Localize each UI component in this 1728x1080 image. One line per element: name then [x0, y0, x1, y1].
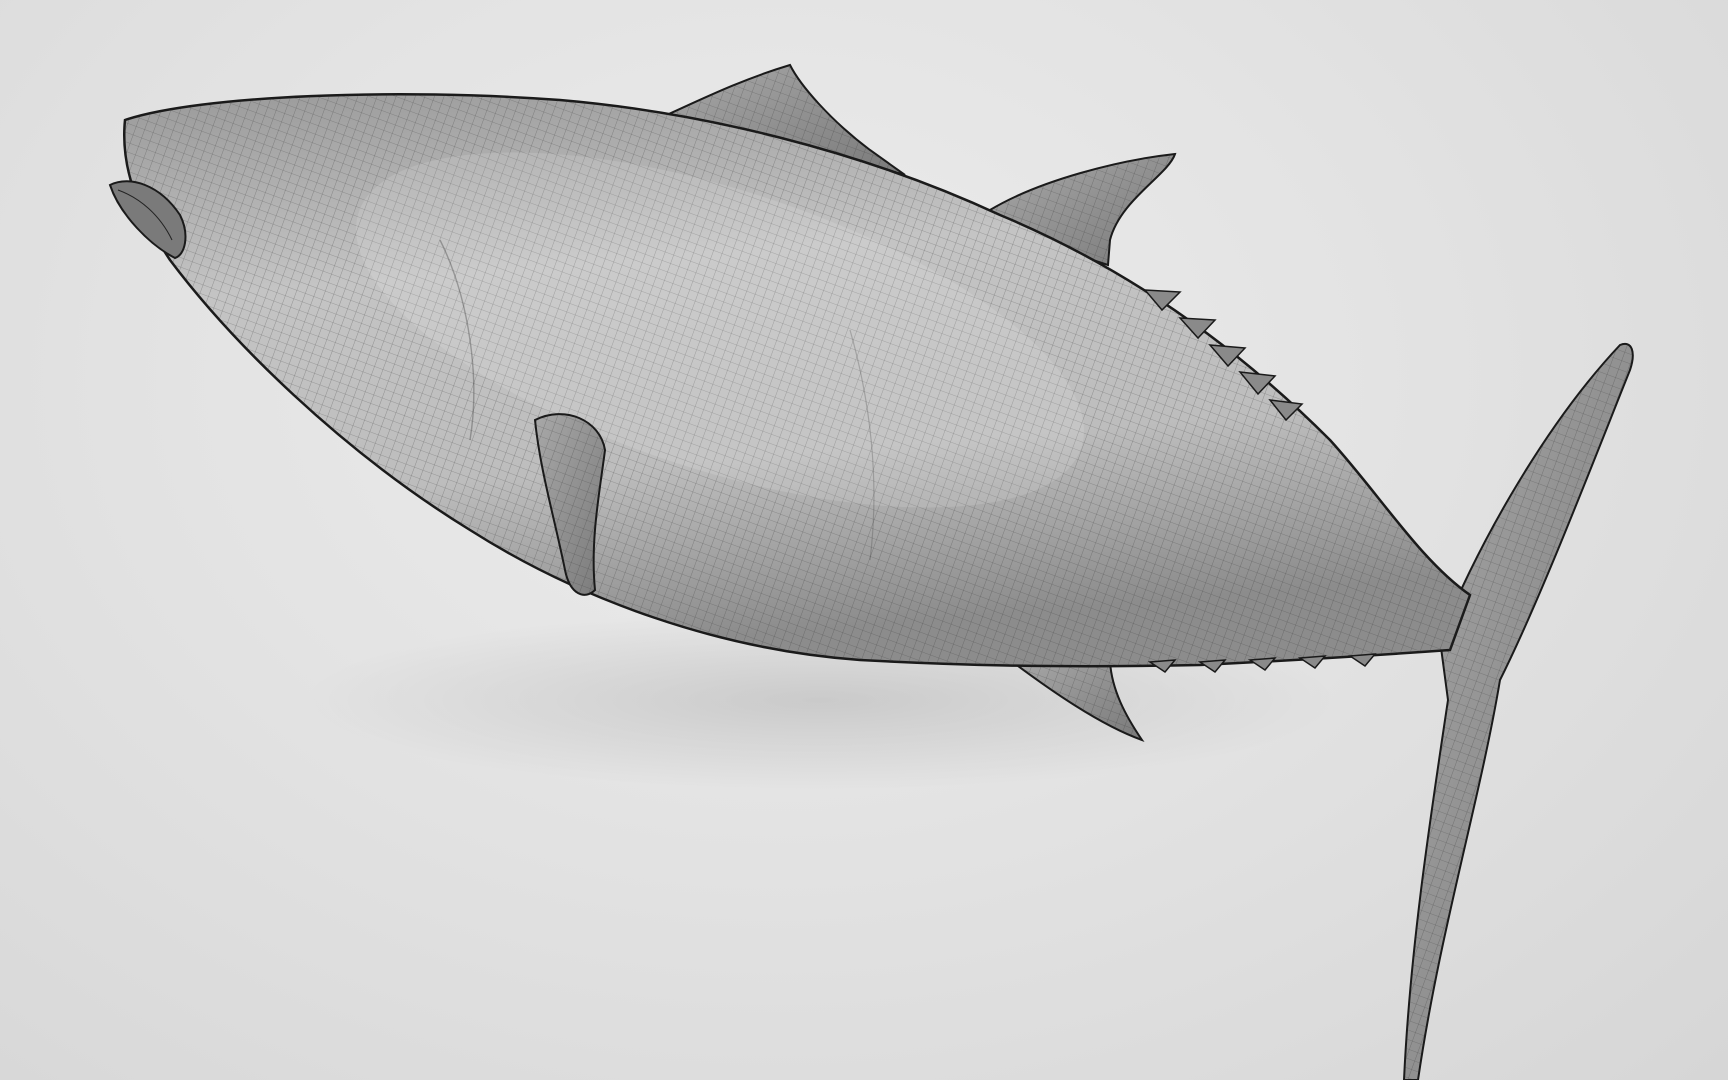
tuna-body — [123, 93, 1472, 668]
caudal-fin — [1402, 342, 1634, 1080]
tuna-model-render — [108, 63, 1634, 1080]
render-viewport — [0, 0, 1728, 1080]
